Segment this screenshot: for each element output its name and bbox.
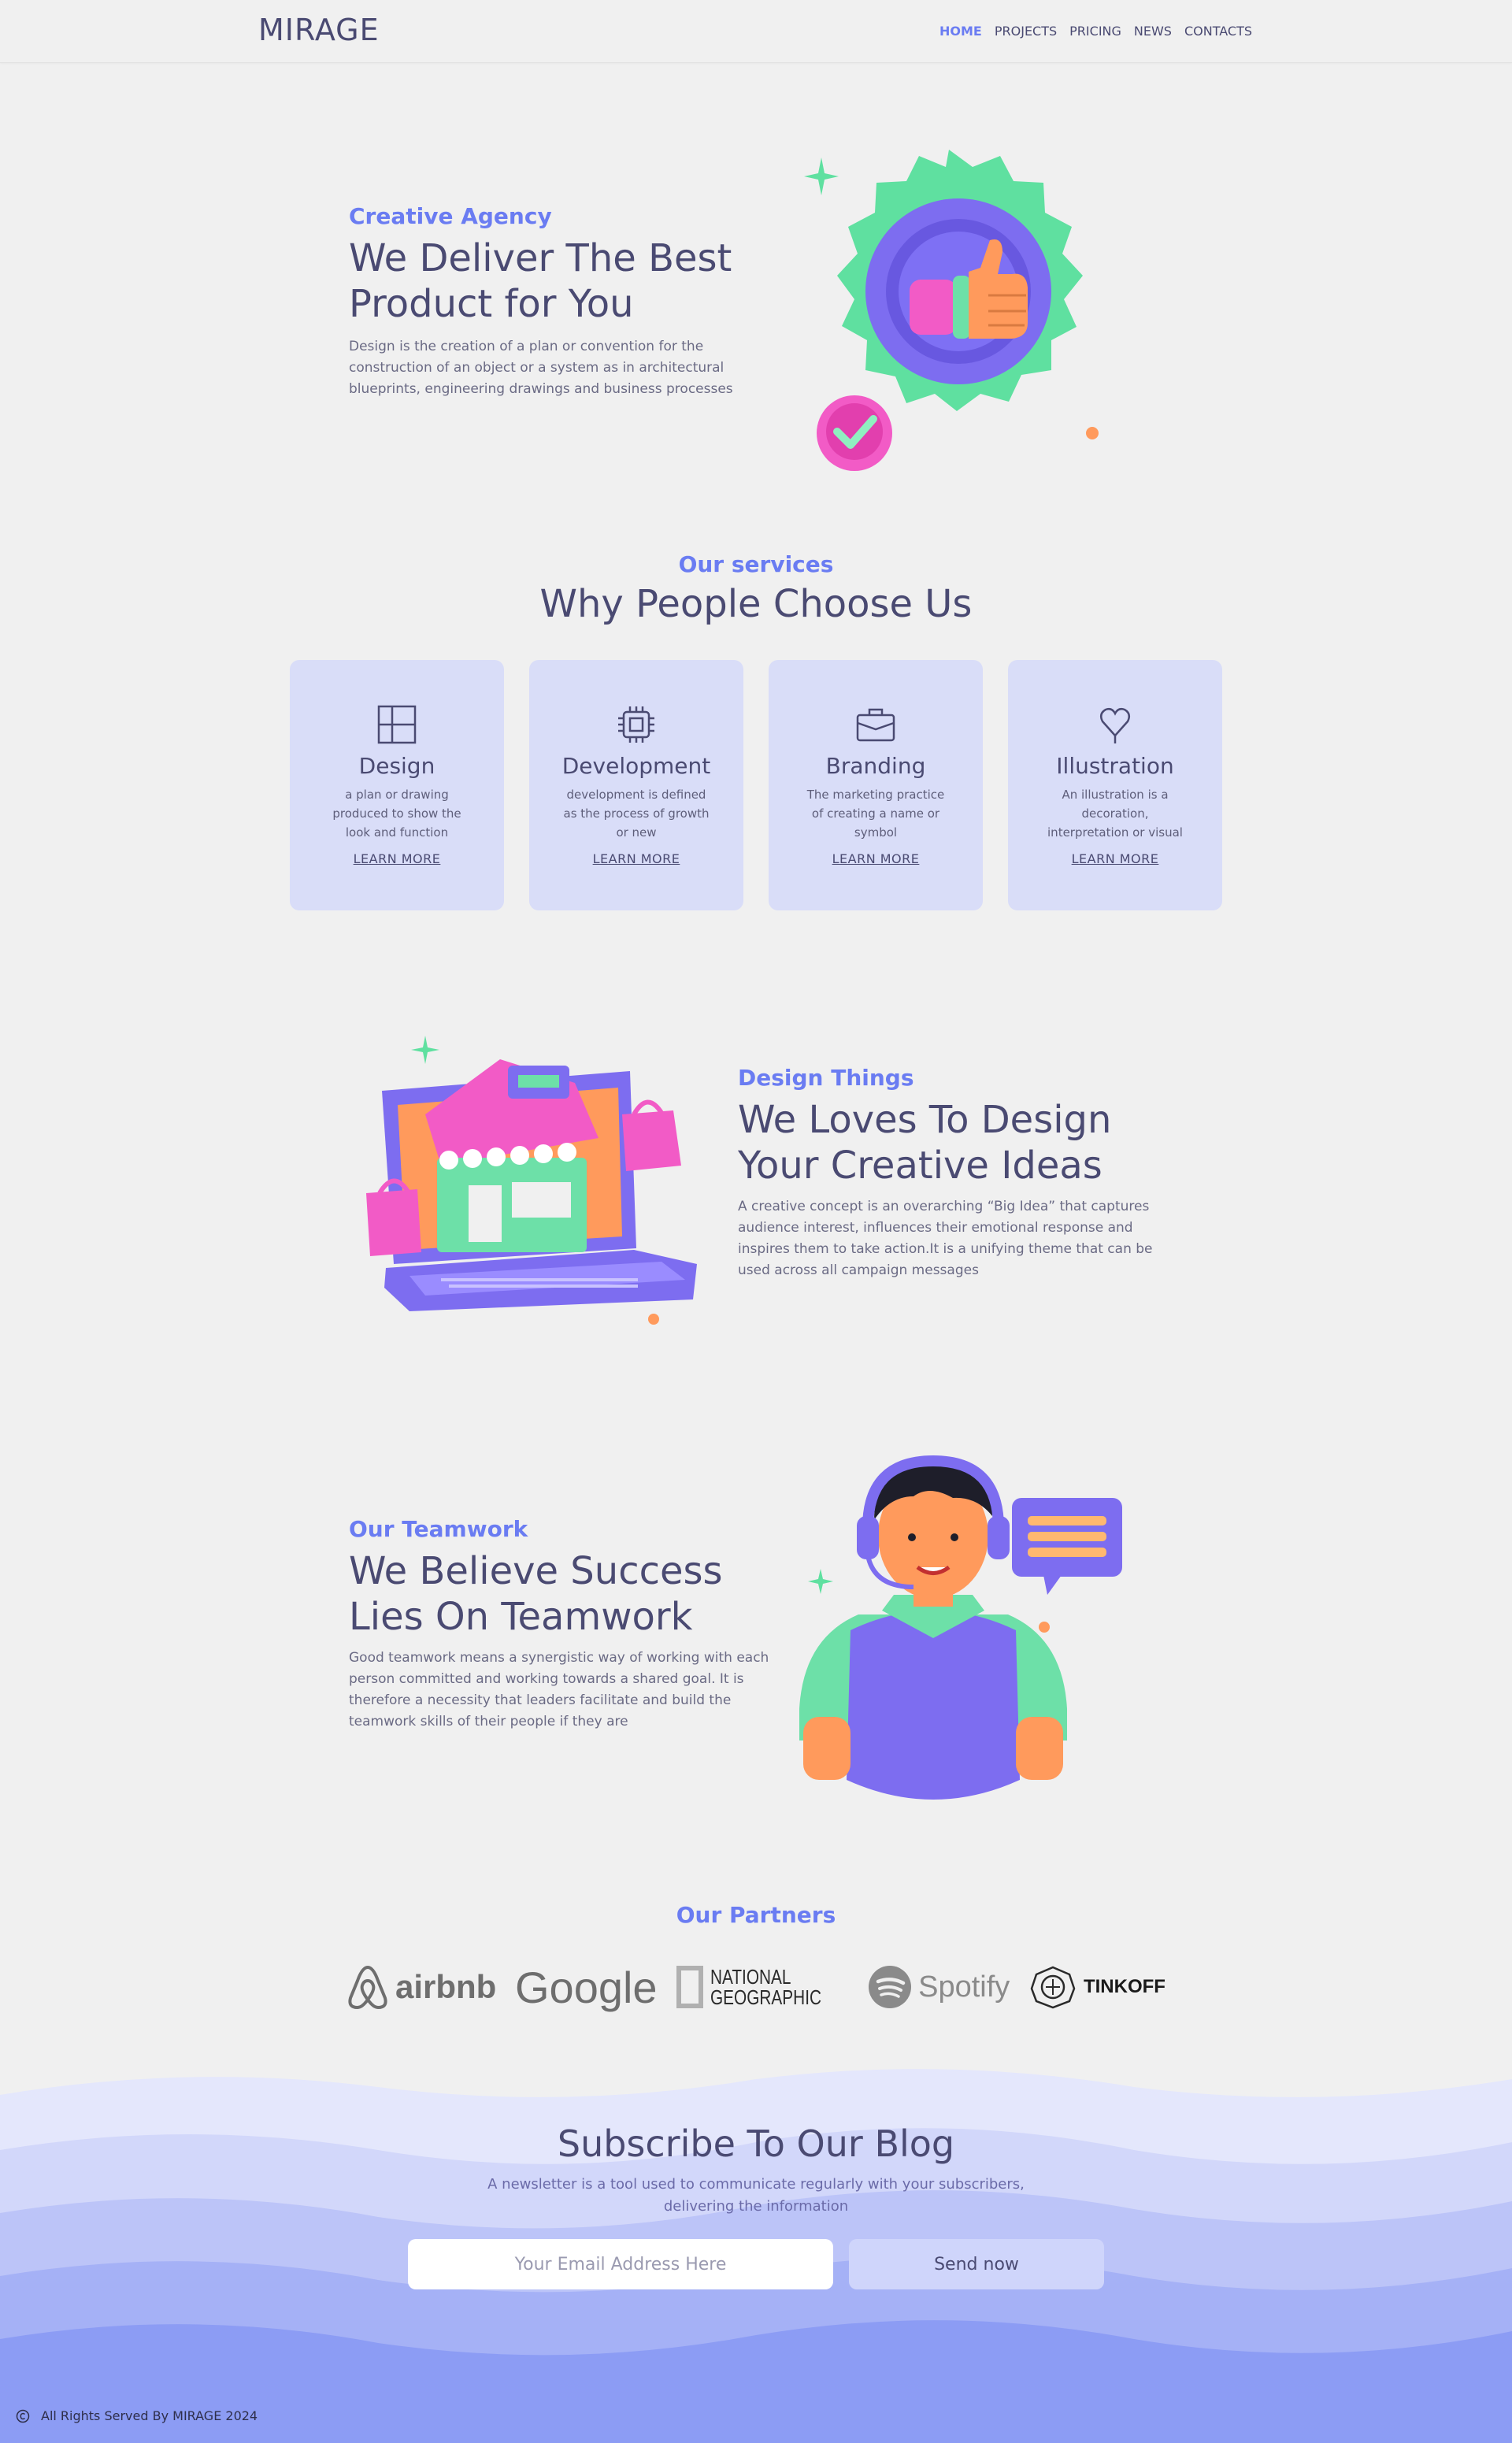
email-input[interactable] bbox=[408, 2239, 833, 2289]
learn-more-link[interactable]: LEARN MORE bbox=[1072, 851, 1159, 866]
services-eyebrow: Our services bbox=[678, 551, 834, 577]
service-desc: a plan or drawing produced to show the l… bbox=[332, 788, 461, 840]
hero-title-line2: Product for You bbox=[349, 282, 634, 326]
subscribe-text: A newsletter is a tool used to communica… bbox=[487, 2176, 1025, 2215]
team-title-line2: Lies On Teamwork bbox=[349, 1595, 693, 1639]
partners-title: Our Partners bbox=[676, 1902, 836, 1928]
service-title: Design bbox=[358, 753, 435, 779]
tinkoff-wordmark: TINKOFF bbox=[1083, 1976, 1166, 1997]
thumbs-up-badge-illustration bbox=[804, 150, 1099, 471]
nav-projects[interactable]: PROJECTS bbox=[995, 24, 1057, 39]
tinkoff-emblem-icon bbox=[1030, 1966, 1076, 2009]
hero-title-line1: We Deliver The Best bbox=[349, 236, 732, 280]
natgeo-frame-icon bbox=[676, 1966, 704, 2008]
team-eyebrow: Our Teamwork bbox=[349, 1516, 528, 1542]
layout-icon bbox=[377, 705, 417, 744]
services-title: Why People Choose Us bbox=[539, 582, 973, 626]
service-card-branding: Branding The marketing practice of creat… bbox=[769, 660, 983, 910]
partner-logos: airbnb Google NATIONAL GEOGRAPHIC Spotif… bbox=[346, 1952, 1166, 2022]
design-eyebrow: Design Things bbox=[738, 1065, 914, 1091]
send-now-button[interactable]: Send now bbox=[849, 2239, 1104, 2289]
hero-title: We Deliver The Best Product for You bbox=[349, 235, 774, 327]
service-title: Illustration bbox=[1056, 753, 1174, 779]
top-navbar: MIRAGE HOME PROJECTS PRICING NEWS CONTAC… bbox=[0, 0, 1512, 63]
spotify-wordmark: Spotify bbox=[918, 1970, 1010, 2004]
national-geographic-logo[interactable]: NATIONAL GEOGRAPHIC bbox=[676, 1965, 849, 2009]
nav-contacts[interactable]: CONTACTS bbox=[1184, 24, 1252, 39]
team-section: Our Teamwork We Believe Success Lies On … bbox=[349, 1516, 774, 1733]
design-title-line1: We Loves To Design bbox=[738, 1098, 1112, 1142]
airbnb-wordmark: airbnb bbox=[395, 1968, 497, 2005]
design-title-line2: Your Creative Ideas bbox=[738, 1144, 1102, 1188]
main-menu: HOME PROJECTS PRICING NEWS CONTACTS bbox=[939, 24, 1252, 39]
laptop-shop-illustration bbox=[366, 1036, 697, 1325]
learn-more-link[interactable]: LEARN MORE bbox=[832, 851, 920, 866]
service-cards: Design a plan or drawing produced to sho… bbox=[290, 660, 1222, 910]
briefcase-icon bbox=[856, 708, 895, 742]
subscribe-title: Subscribe To Our Blog bbox=[557, 2122, 955, 2165]
learn-more-link[interactable]: LEARN MORE bbox=[354, 851, 441, 866]
service-desc: An illustration is a decoration, interpr… bbox=[1047, 788, 1183, 840]
service-card-illustration: Illustration An illustration is a decora… bbox=[1008, 660, 1222, 910]
service-card-development: Development development is defined as th… bbox=[529, 660, 743, 910]
team-title-line1: We Believe Success bbox=[349, 1549, 723, 1593]
hero-eyebrow: Creative Agency bbox=[349, 203, 552, 229]
hero-section: Creative Agency We Deliver The Best Prod… bbox=[349, 203, 774, 400]
natgeo-wordmark: NATIONAL GEOGRAPHIC bbox=[710, 1965, 822, 2009]
airbnb-icon bbox=[348, 1965, 387, 2010]
spotify-logo[interactable]: Spotify bbox=[868, 1965, 1010, 2009]
service-title: Branding bbox=[825, 753, 926, 779]
footer-text: All Rights Served By MIRAGE 2024 bbox=[41, 2408, 258, 2423]
team-title: We Believe Success Lies On Teamwork bbox=[349, 1548, 774, 1640]
google-logo[interactable]: Google bbox=[515, 1962, 658, 2013]
support-agent-illustration bbox=[799, 1455, 1122, 1800]
nav-pricing[interactable]: PRICING bbox=[1069, 24, 1121, 39]
service-desc: development is defined as the process of… bbox=[563, 788, 710, 840]
heart-pin-icon bbox=[1099, 707, 1131, 743]
copyright-icon bbox=[16, 2409, 30, 2423]
google-wordmark: Google bbox=[515, 1962, 658, 2012]
design-text: A creative concept is an overarching “Bi… bbox=[738, 1199, 1153, 1278]
team-text: Good teamwork means a synergistic way of… bbox=[349, 1650, 769, 1729]
service-desc: The marketing practice of creating a nam… bbox=[806, 788, 945, 840]
service-card-design: Design a plan or drawing produced to sho… bbox=[290, 660, 504, 910]
design-title: We Loves To Design Your Creative Ideas bbox=[738, 1097, 1163, 1188]
service-title: Development bbox=[561, 753, 711, 779]
brand-logo[interactable]: MIRAGE bbox=[258, 13, 380, 47]
spotify-icon bbox=[869, 1966, 912, 2008]
nav-news[interactable]: NEWS bbox=[1134, 24, 1172, 39]
tinkoff-logo[interactable]: TINKOFF bbox=[1028, 1965, 1166, 2009]
learn-more-link[interactable]: LEARN MORE bbox=[593, 851, 680, 866]
airbnb-logo[interactable]: airbnb bbox=[346, 1963, 496, 2011]
hero-text: Design is the creation of a plan or conv… bbox=[349, 339, 733, 397]
design-section: Design Things We Loves To Design Your Cr… bbox=[738, 1065, 1163, 1281]
chip-icon bbox=[618, 706, 654, 743]
footer: All Rights Served By MIRAGE 2024 bbox=[16, 2408, 258, 2423]
nav-home[interactable]: HOME bbox=[939, 24, 982, 39]
